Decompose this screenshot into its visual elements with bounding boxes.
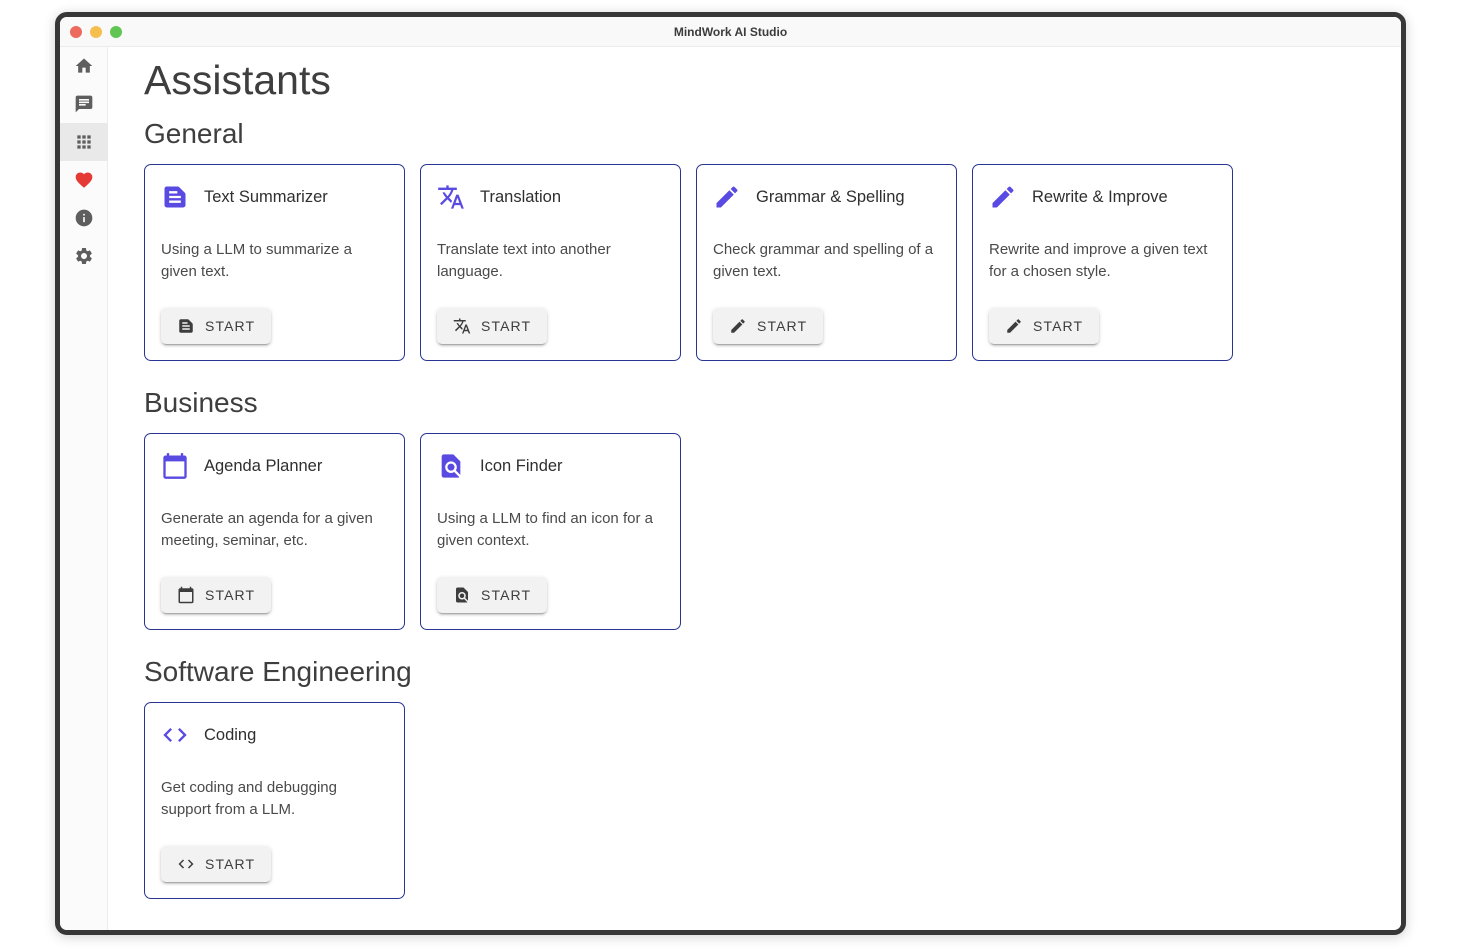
card-row: Text Summarizer Using a LLM to summarize… xyxy=(144,164,1365,361)
calendar-icon xyxy=(177,586,195,604)
card-header: Coding xyxy=(161,721,388,749)
pencil-icon xyxy=(713,183,741,211)
traffic-light-close[interactable] xyxy=(70,26,82,38)
pencil-icon xyxy=(729,317,747,335)
assistant-card: Coding Get coding and debugging support … xyxy=(144,702,405,899)
assistant-card: Grammar & Spelling Check grammar and spe… xyxy=(696,164,957,361)
find-in-page-icon xyxy=(453,586,471,604)
sidebar-item-settings[interactable] xyxy=(60,237,108,275)
page-title: Assistants xyxy=(144,57,1365,104)
sidebar-item-about[interactable] xyxy=(60,199,108,237)
start-button[interactable]: START xyxy=(713,308,823,344)
card-title: Text Summarizer xyxy=(204,188,328,207)
assistant-section: Software Engineering Coding Get coding a… xyxy=(144,656,1365,899)
card-title: Translation xyxy=(480,188,561,207)
assistant-section: General Text Summarizer Using a LLM to s… xyxy=(144,118,1365,361)
assistant-section: Business Agenda Planner Generate an agen… xyxy=(144,387,1365,630)
card-description: Using a LLM to summarize a given text. xyxy=(161,239,388,283)
card-row: Agenda Planner Generate an agenda for a … xyxy=(144,433,1365,630)
card-title: Grammar & Spelling xyxy=(756,188,905,207)
text-snippet-icon xyxy=(177,317,195,335)
start-button[interactable]: START xyxy=(161,308,271,344)
assistant-card: Text Summarizer Using a LLM to summarize… xyxy=(144,164,405,361)
chat-icon xyxy=(74,94,94,114)
pencil-icon xyxy=(989,183,1017,211)
start-button[interactable]: START xyxy=(989,308,1099,344)
sidebar-item-home[interactable] xyxy=(60,47,108,85)
start-button[interactable]: START xyxy=(437,308,547,344)
main-content: Assistants General Text Summarizer Using… xyxy=(108,47,1401,930)
section-title: Business xyxy=(144,387,1365,419)
card-description: Check grammar and spelling of a given te… xyxy=(713,239,940,283)
start-button-label: START xyxy=(757,318,807,334)
card-header: Grammar & Spelling xyxy=(713,183,940,211)
sidebar xyxy=(60,47,108,930)
heart-icon xyxy=(74,170,94,190)
start-button[interactable]: START xyxy=(161,577,271,613)
find-in-page-icon xyxy=(437,452,465,480)
start-button[interactable]: START xyxy=(437,577,547,613)
card-description: Generate an agenda for a given meeting, … xyxy=(161,508,388,552)
code-icon xyxy=(177,855,195,873)
start-button-label: START xyxy=(205,318,255,334)
card-description: Using a LLM to find an icon for a given … xyxy=(437,508,664,552)
sidebar-item-assistants[interactable] xyxy=(60,123,108,161)
start-button-label: START xyxy=(1033,318,1083,334)
card-title: Rewrite & Improve xyxy=(1032,188,1168,207)
card-header: Icon Finder xyxy=(437,452,664,480)
calendar-icon xyxy=(161,452,189,480)
traffic-light-zoom[interactable] xyxy=(110,26,122,38)
assistant-card: Rewrite & Improve Rewrite and improve a … xyxy=(972,164,1233,361)
card-header: Agenda Planner xyxy=(161,452,388,480)
title-bar: MindWork AI Studio xyxy=(60,17,1401,47)
card-header: Translation xyxy=(437,183,664,211)
card-description: Get coding and debugging support from a … xyxy=(161,777,388,821)
assistant-card: Agenda Planner Generate an agenda for a … xyxy=(144,433,405,630)
traffic-lights xyxy=(70,26,122,38)
translate-icon xyxy=(437,183,465,211)
home-icon xyxy=(74,56,94,76)
start-button[interactable]: START xyxy=(161,846,271,882)
card-header: Rewrite & Improve xyxy=(989,183,1216,211)
sidebar-item-chats[interactable] xyxy=(60,85,108,123)
start-button-label: START xyxy=(205,856,255,872)
gear-icon xyxy=(74,246,94,266)
window-title: MindWork AI Studio xyxy=(60,25,1401,39)
code-icon xyxy=(161,721,189,749)
card-description: Translate text into another language. xyxy=(437,239,664,283)
app-window: MindWork AI Studio Assistants General Te… xyxy=(55,12,1406,935)
start-button-label: START xyxy=(481,587,531,603)
text-snippet-icon xyxy=(161,183,189,211)
section-title: General xyxy=(144,118,1365,150)
card-header: Text Summarizer xyxy=(161,183,388,211)
card-title: Icon Finder xyxy=(480,457,563,476)
card-description: Rewrite and improve a given text for a c… xyxy=(989,239,1216,283)
start-button-label: START xyxy=(481,318,531,334)
traffic-light-minimize[interactable] xyxy=(90,26,102,38)
card-row: Coding Get coding and debugging support … xyxy=(144,702,1365,899)
sections-container: General Text Summarizer Using a LLM to s… xyxy=(144,118,1365,899)
translate-icon xyxy=(453,317,471,335)
start-button-label: START xyxy=(205,587,255,603)
section-title: Software Engineering xyxy=(144,656,1365,688)
info-icon xyxy=(74,208,94,228)
apps-icon xyxy=(74,132,94,152)
pencil-icon xyxy=(1005,317,1023,335)
assistant-card: Translation Translate text into another … xyxy=(420,164,681,361)
sidebar-item-favorites[interactable] xyxy=(60,161,108,199)
card-title: Coding xyxy=(204,726,256,745)
card-title: Agenda Planner xyxy=(204,457,322,476)
assistant-card: Icon Finder Using a LLM to find an icon … xyxy=(420,433,681,630)
